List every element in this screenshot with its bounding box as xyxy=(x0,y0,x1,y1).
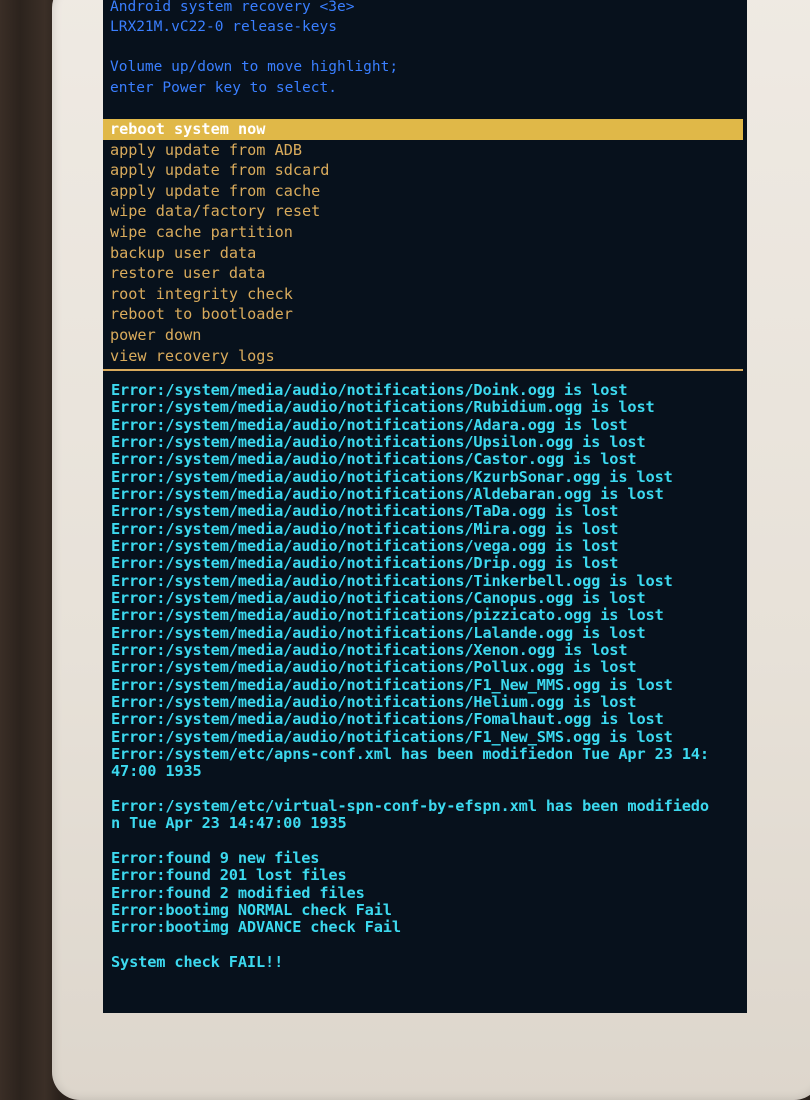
menu-item-wipe-cache[interactable]: wipe cache partition xyxy=(103,222,743,243)
recovery-title: Android system recovery <3e> xyxy=(110,0,355,15)
menu-item-power-down[interactable]: power down xyxy=(103,325,743,346)
menu-item-apply-update-sdcard[interactable]: apply update from sdcard xyxy=(103,160,743,181)
log-line: Error:/system/media/audio/notifications/… xyxy=(111,606,664,625)
log-line: Error:/system/etc/apns-conf.xml has been… xyxy=(111,744,709,763)
log-line: Error:found 9 new files xyxy=(111,848,320,867)
menu-item-root-integrity-check[interactable]: root integrity check xyxy=(103,284,743,305)
log-line: Error:/system/media/audio/notifications/… xyxy=(111,640,628,659)
log-line: Error:bootimg NORMAL check Fail xyxy=(111,900,392,919)
log-line: Error:/system/media/audio/notifications/… xyxy=(111,727,673,746)
log-line: Error:/system/media/audio/notifications/… xyxy=(111,484,664,503)
build-info: LRX21M.vC22-0 release-keys xyxy=(110,19,337,35)
log-line: Error:/system/media/audio/notifications/… xyxy=(111,675,673,694)
instruction-line-1: Volume up/down to move highlight; xyxy=(110,59,399,75)
menu-item-reboot-bootloader[interactable]: reboot to bootloader xyxy=(103,304,743,325)
log-line: 47:00 1935 xyxy=(111,762,202,781)
log-line: Error:/system/media/audio/notifications/… xyxy=(111,398,655,417)
log-line: Error:/system/media/audio/notifications/… xyxy=(111,710,664,729)
menu-item-backup-user-data[interactable]: backup user data xyxy=(103,243,743,264)
log-line: Error:/system/media/audio/notifications/… xyxy=(111,588,646,607)
menu-item-view-recovery-logs[interactable]: view recovery logs xyxy=(103,346,743,367)
menu-item-apply-update-adb[interactable]: apply update from ADB xyxy=(103,140,743,161)
recovery-log: Error:/system/media/audio/notifications/… xyxy=(111,381,747,971)
log-line: Error:found 201 lost files xyxy=(111,866,347,885)
log-line: Error:/system/media/audio/notifications/… xyxy=(111,467,673,486)
instruction-line-2: enter Power key to select. xyxy=(110,80,337,96)
log-line: Error:/system/media/audio/notifications/… xyxy=(111,536,619,555)
menu-divider xyxy=(103,369,743,371)
log-line: Error:/system/media/audio/notifications/… xyxy=(111,381,628,399)
log-line: n Tue Apr 23 14:47:00 1935 xyxy=(111,814,347,833)
log-line: Error:/system/media/audio/notifications/… xyxy=(111,519,619,538)
log-line: Error:/system/media/audio/notifications/… xyxy=(111,415,628,434)
log-line: Error:/system/media/audio/notifications/… xyxy=(111,450,637,469)
log-line: Error:/system/media/audio/notifications/… xyxy=(111,554,619,573)
menu-item-restore-user-data[interactable]: restore user data xyxy=(103,263,743,284)
log-line: Error:/system/etc/virtual-spn-conf-by-ef… xyxy=(111,796,709,815)
recovery-menu: reboot system now apply update from ADB … xyxy=(103,119,743,366)
recovery-screen: Android system recovery <3e> LRX21M.vC22… xyxy=(103,0,747,1013)
system-check-status: System check FAIL!! xyxy=(111,952,284,971)
log-line: Error:/system/media/audio/notifications/… xyxy=(111,658,637,677)
log-line: Error:found 2 modified files xyxy=(111,883,365,902)
log-line: Error:/system/media/audio/notifications/… xyxy=(111,623,646,642)
log-line: Error:/system/media/audio/notifications/… xyxy=(111,571,673,590)
log-line: Error:/system/media/audio/notifications/… xyxy=(111,692,637,711)
menu-item-reboot-system-now[interactable]: reboot system now xyxy=(103,119,743,140)
log-line: Error:/system/media/audio/notifications/… xyxy=(111,432,646,451)
log-line: Error:bootimg ADVANCE check Fail xyxy=(111,918,401,937)
menu-item-wipe-data[interactable]: wipe data/factory reset xyxy=(103,201,743,222)
log-line: Error:/system/media/audio/notifications/… xyxy=(111,502,619,521)
menu-item-apply-update-cache[interactable]: apply update from cache xyxy=(103,181,743,202)
